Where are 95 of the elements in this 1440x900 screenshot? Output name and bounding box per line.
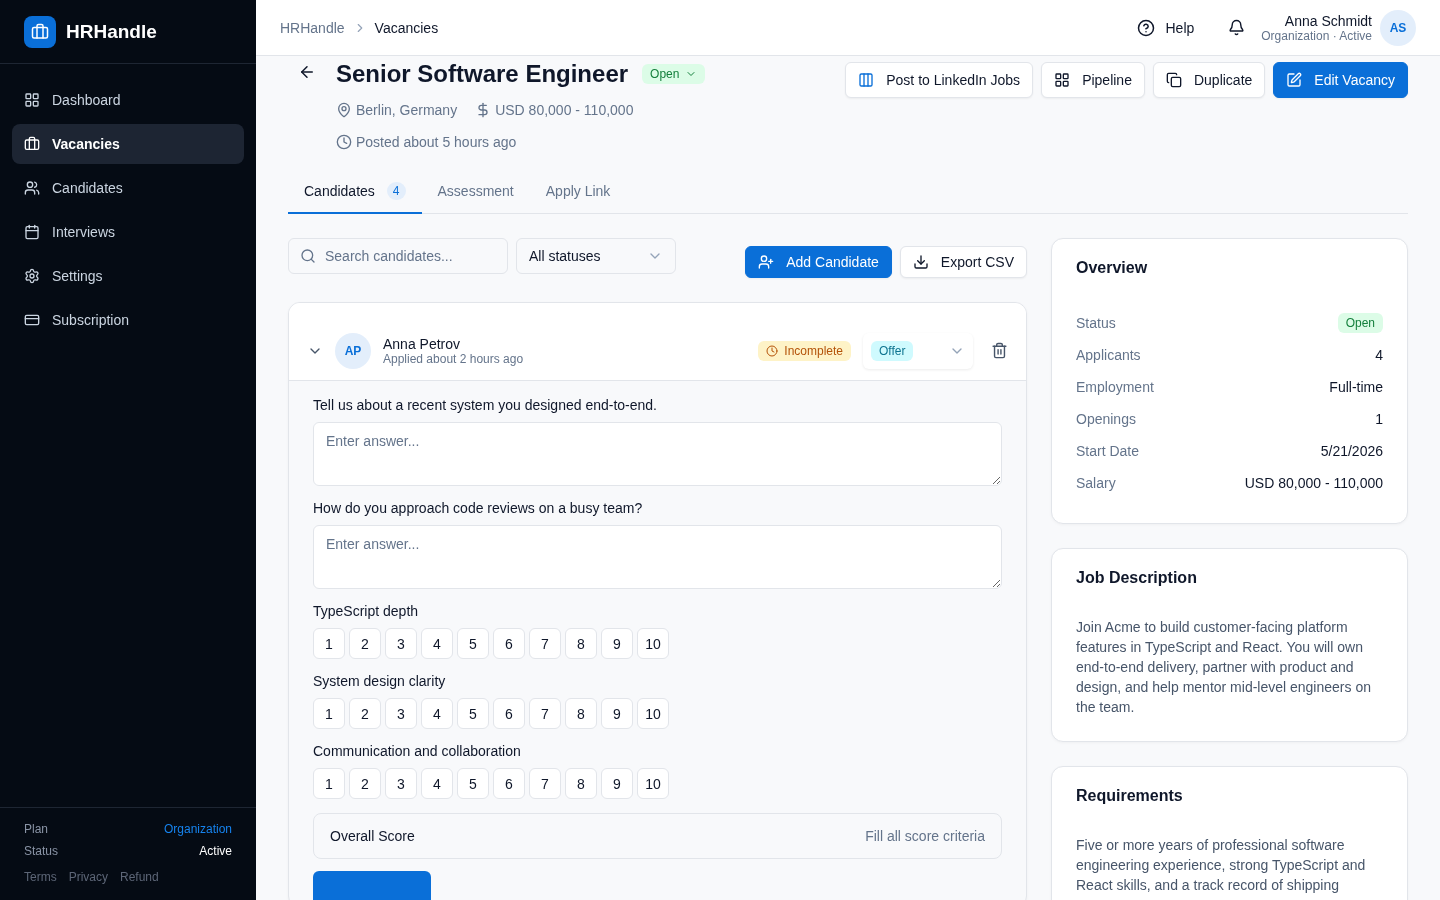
- score-button[interactable]: 1: [313, 628, 345, 659]
- score-button[interactable]: 9: [601, 698, 633, 729]
- score-button[interactable]: 5: [457, 768, 489, 799]
- user-avatar[interactable]: AS: [1380, 9, 1416, 46]
- requirements-text: Five or more years of professional software engineering experience, strong TypeScript and React skills, and a track record of shipping: [1076, 836, 1367, 895]
- overview-label: Employment: [1076, 379, 1154, 395]
- question-label: Tell us about a recent system you designed end-to-end.: [313, 397, 658, 413]
- posted-text: Posted about 5 hours ago: [356, 134, 517, 150]
- action-button[interactable]: Post to LinkedIn Jobs: [845, 62, 1034, 98]
- score-button[interactable]: 9: [601, 768, 633, 799]
- score-button[interactable]: 3: [385, 628, 417, 659]
- overview-label: Status: [1076, 315, 1116, 331]
- action-button[interactable]: Duplicate: [1152, 62, 1266, 98]
- breadcrumb[interactable]: HRHandle: [280, 19, 345, 36]
- score-button[interactable]: 6: [493, 768, 525, 799]
- help-button[interactable]: Help: [1137, 18, 1195, 37]
- card-title: Overview: [1076, 259, 1149, 277]
- candidate-name: Anna Petrov: [383, 335, 462, 352]
- score-button[interactable]: 9: [601, 628, 633, 659]
- location-text: Berlin, Germany: [356, 102, 458, 118]
- overview-label: Applicants: [1076, 347, 1141, 363]
- score-button[interactable]: 4: [421, 768, 453, 799]
- score-button[interactable]: 5: [457, 628, 489, 659]
- action-button[interactable]: Edit Vacancy: [1273, 62, 1408, 98]
- score-button[interactable]: 7: [529, 768, 561, 799]
- overall-score-hint: Fill all score criteria: [865, 828, 985, 844]
- export-button[interactable]: Export CSV: [899, 246, 1027, 278]
- sidebar-item[interactable]: Vacancies: [12, 124, 244, 164]
- overview-label: Openings: [1076, 411, 1136, 427]
- add-candidate-button[interactable]: Add Candidate: [745, 246, 892, 278]
- overview-label: Salary: [1076, 475, 1116, 491]
- score-button[interactable]: 2: [349, 628, 381, 659]
- sidebar-item[interactable]: Settings: [12, 256, 244, 296]
- count-badge: 4: [386, 182, 406, 200]
- score-button[interactable]: 6: [493, 698, 525, 729]
- tab[interactable]: Assessment: [421, 170, 530, 214]
- score-button[interactable]: 4: [421, 628, 453, 659]
- score-button[interactable]: 8: [565, 628, 597, 659]
- question-label: How do you approach code reviews on a busy team?: [313, 500, 644, 516]
- applied-text: Applied about 2 hours ago: [383, 351, 525, 366]
- stage-dropdown[interactable]: Offer: [871, 340, 914, 361]
- overall-score-label: Overall Score: [330, 828, 415, 844]
- score-button[interactable]: 2: [349, 698, 381, 729]
- criterion-label: System design clarity: [313, 673, 447, 689]
- score-button[interactable]: 10: [637, 768, 669, 799]
- score-button[interactable]: 8: [565, 698, 597, 729]
- criterion-label: TypeScript depth: [313, 603, 420, 619]
- score-button[interactable]: 1: [313, 698, 345, 729]
- breadcrumb[interactable]: Vacancies: [374, 19, 439, 36]
- card-title: Job Description: [1076, 569, 1198, 587]
- score-button[interactable]: 1: [313, 768, 345, 799]
- score-button[interactable]: 2: [349, 768, 381, 799]
- status-badge: Open: [1337, 313, 1383, 333]
- sidebar-item[interactable]: Candidates: [12, 168, 244, 208]
- user-subtitle: Organization · Active: [1261, 28, 1372, 43]
- status-dropdown[interactable]: Open: [642, 64, 706, 84]
- score-button[interactable]: 4: [421, 698, 453, 729]
- overview-value: USD 80,000 - 110,000: [1244, 475, 1383, 491]
- score-button[interactable]: 5: [457, 698, 489, 729]
- app-name: HRHandle: [66, 20, 157, 43]
- overview-value: 4: [1375, 347, 1383, 363]
- score-button[interactable]: 7: [529, 628, 561, 659]
- overview-value: 5/21/2026: [1320, 443, 1383, 459]
- sidebar-item[interactable]: Subscription: [12, 300, 244, 340]
- plan-label: Status: [24, 844, 59, 858]
- plan-value: Active: [199, 844, 232, 858]
- plan-label: Plan: [24, 822, 49, 836]
- sidebar-item[interactable]: Interviews: [12, 212, 244, 252]
- user-name: Anna Schmidt: [1284, 12, 1372, 29]
- tab[interactable]: Candidates 4: [288, 170, 422, 214]
- card-title: Requirements: [1076, 787, 1184, 805]
- candidate-avatar: AP: [335, 332, 371, 369]
- score-button[interactable]: 8: [565, 768, 597, 799]
- score-button[interactable]: 6: [493, 628, 525, 659]
- search-field[interactable]: Search candidates...: [288, 238, 508, 274]
- vacancy-title: Senior Software Engineer: [336, 60, 629, 88]
- overview-value: Full-time: [1329, 379, 1383, 395]
- action-button[interactable]: Pipeline: [1041, 62, 1145, 98]
- description-text: Join Acme to build customer-facing platform features in TypeScript and React. You will own end-to-end delivery, partner with product and design, and help mentor mid-level engineers on the team.: [1076, 618, 1372, 717]
- sidebar-item[interactable]: Dashboard: [12, 80, 244, 120]
- score-button[interactable]: 10: [637, 628, 669, 659]
- score-button[interactable]: 3: [385, 768, 417, 799]
- score-button[interactable]: 7: [529, 698, 561, 729]
- salary-text: USD 80,000 - 110,000: [495, 102, 634, 118]
- status-filter[interactable]: All statuses: [516, 238, 676, 274]
- answer-box[interactable]: Enter answer...: [313, 525, 1002, 589]
- assessment-status: Incomplete: [784, 343, 843, 358]
- overview-value: 1: [1375, 411, 1383, 427]
- plan-link[interactable]: Organization: [163, 822, 232, 836]
- score-button[interactable]: 3: [385, 698, 417, 729]
- criterion-label: Communication and collaboration: [313, 743, 522, 759]
- score-button[interactable]: 10: [637, 698, 669, 729]
- tab[interactable]: Apply Link: [529, 170, 627, 214]
- answer-box[interactable]: Enter answer...: [313, 422, 1002, 486]
- overview-label: Start Date: [1076, 443, 1140, 459]
